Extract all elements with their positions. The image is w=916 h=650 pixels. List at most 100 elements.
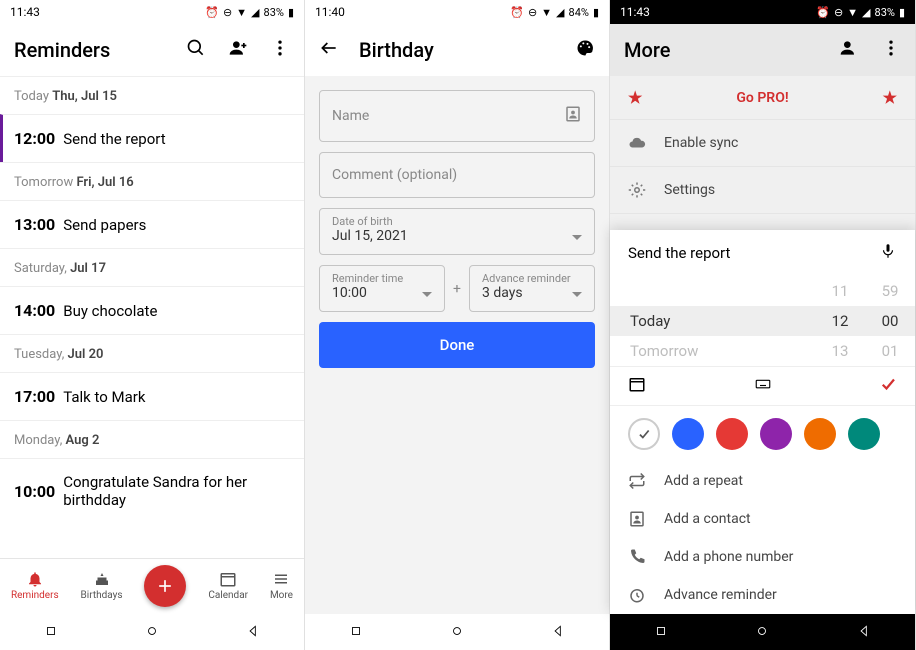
home-icon[interactable]	[755, 623, 769, 642]
reminder-text: Congratulate Sandra for her birthdday	[63, 473, 290, 509]
confirm-icon[interactable]	[879, 375, 897, 397]
cake-icon	[93, 570, 111, 588]
screen-more: 11:43 ⏰ ⊖ ▼ ◢ 83% ▮ More ★ Go PRO! ★ Ena…	[610, 0, 916, 650]
keyboard-icon[interactable]	[754, 375, 772, 397]
reminder-time: 10:00	[14, 482, 55, 501]
color-orange[interactable]	[804, 418, 836, 450]
reminder-time: 14:00	[14, 301, 55, 320]
back-icon[interactable]	[551, 623, 565, 642]
status-time: 11:43	[10, 5, 40, 19]
status-time: 11:40	[315, 5, 345, 19]
comment-field[interactable]: Comment (optional)	[319, 152, 595, 198]
status-icons: ⏰ ⊖ ▼ ◢ 84% ▮	[510, 6, 599, 19]
reminder-text: Send papers	[63, 216, 146, 234]
go-pro-row[interactable]: ★ Go PRO! ★	[610, 76, 915, 120]
recent-icon[interactable]	[654, 623, 668, 642]
topbar: Birthday	[305, 24, 609, 76]
reminder-row[interactable]: 13:00Send papers	[0, 200, 304, 248]
screen-birthday-form: 11:40 ⏰ ⊖ ▼ ◢ 84% ▮ Birthday Name Commen…	[305, 0, 610, 650]
done-button[interactable]: Done	[319, 322, 595, 368]
color-red[interactable]	[716, 418, 748, 450]
home-icon[interactable]	[145, 623, 159, 642]
reminder-list: Today Thu, Jul 1512:00Send the reportTom…	[0, 76, 304, 523]
alarm-icon: ⏰	[816, 6, 830, 19]
color-picker	[610, 406, 915, 462]
alarm-icon: ⏰	[510, 6, 524, 19]
recent-icon[interactable]	[349, 623, 363, 642]
overflow-icon[interactable]	[270, 38, 290, 62]
status-icons: ⏰ ⊖ ▼ ◢ 83% ▮	[816, 6, 905, 19]
nav-birthdays[interactable]: Birthdays	[81, 570, 123, 601]
add-person-icon[interactable]	[228, 38, 248, 62]
color-purple[interactable]	[760, 418, 792, 450]
reminder-text: Buy chocolate	[63, 302, 157, 320]
status-bar: 11:43 ⏰ ⊖ ▼ ◢ 83% ▮	[0, 0, 304, 24]
nav-reminders[interactable]: Reminders	[11, 570, 59, 601]
screen-reminders: 11:43 ⏰ ⊖ ▼ ◢ 83% ▮ Reminders Today Thu,…	[0, 0, 305, 650]
option-add-repeat[interactable]: Add a repeat	[610, 462, 915, 500]
status-bar: 11:40 ⏰ ⊖ ▼ ◢ 84% ▮	[305, 0, 609, 24]
back-icon[interactable]	[246, 623, 260, 642]
status-time: 11:43	[620, 5, 650, 19]
back-icon[interactable]	[857, 623, 871, 642]
dob-field[interactable]: Date of birth Jul 15, 2021	[319, 208, 595, 255]
section-header: Saturday, Jul 17	[0, 248, 304, 286]
sheet-toolbar	[610, 366, 915, 406]
option-add-contact[interactable]: Add a contact	[610, 500, 915, 538]
contacts-icon[interactable]	[564, 105, 582, 127]
row-settings[interactable]: Settings	[610, 167, 915, 214]
calendar-picker-icon[interactable]	[628, 375, 646, 397]
reminder-row[interactable]: 10:00 Congratulate Sandra for her birthdd…	[0, 458, 304, 523]
color-teal[interactable]	[848, 418, 880, 450]
bell-icon	[26, 570, 44, 588]
reminder-text: Send the report	[63, 130, 165, 148]
wifi-icon: ▼	[847, 6, 858, 19]
back-arrow-icon[interactable]	[319, 38, 339, 62]
advance-reminder-field[interactable]: Advance reminder 3 days	[469, 265, 595, 312]
palette-icon[interactable]	[575, 38, 595, 62]
nav-calendar[interactable]: Calendar	[208, 570, 248, 601]
reminder-row[interactable]: 17:00Talk to Mark	[0, 372, 304, 420]
wifi-icon: ▼	[236, 6, 247, 19]
system-nav	[610, 614, 915, 650]
datetime-picker[interactable]: 1159 Today1200 Tomorrow1301	[610, 276, 915, 366]
page-title: Reminders	[14, 38, 166, 62]
add-person-icon[interactable]	[839, 38, 859, 62]
section-header: Today Thu, Jul 15	[0, 76, 304, 114]
reminder-time: 12:00	[14, 129, 55, 148]
color-none[interactable]	[628, 418, 660, 450]
reminder-row[interactable]: 14:00 Buy chocolate	[0, 286, 304, 334]
name-field[interactable]: Name	[319, 90, 595, 142]
row-enable-sync[interactable]: Enable sync	[610, 120, 915, 167]
mic-icon[interactable]	[879, 242, 897, 264]
sheet-header: Send the report	[610, 230, 915, 276]
form-area: Name Comment (optional) Date of birth Ju…	[305, 76, 609, 614]
nav-more[interactable]: More	[270, 570, 293, 601]
color-blue[interactable]	[672, 418, 704, 450]
option-add-phone[interactable]: Add a phone number	[610, 538, 915, 576]
menu-icon	[272, 570, 290, 588]
recent-icon[interactable]	[44, 623, 58, 642]
signal-icon: ◢	[556, 6, 564, 19]
alarm-icon: ⏰	[205, 6, 219, 19]
signal-icon: ◢	[251, 6, 259, 19]
status-bar: 11:43 ⏰ ⊖ ▼ ◢ 83% ▮	[610, 0, 915, 24]
reminder-time-field[interactable]: Reminder time 10:00	[319, 265, 445, 312]
search-icon[interactable]	[186, 38, 206, 62]
battery-icon: ▮	[288, 6, 294, 19]
topbar: Reminders	[0, 24, 304, 76]
fab-add[interactable]	[144, 565, 186, 607]
cloud-icon	[628, 134, 646, 152]
status-icons: ⏰ ⊖ ▼ ◢ 83% ▮	[205, 6, 294, 19]
reminder-row[interactable]: 12:00 Send the report	[0, 114, 304, 162]
option-advance-reminder[interactable]: Advance reminder	[610, 576, 915, 614]
plus-separator: +	[445, 281, 469, 297]
plus-icon	[155, 576, 175, 596]
home-icon[interactable]	[450, 623, 464, 642]
topbar: More	[610, 24, 915, 76]
star-icon: ★	[628, 88, 642, 107]
overflow-icon[interactable]	[881, 38, 901, 62]
dnd-icon: ⊖	[223, 6, 232, 19]
reminder-title[interactable]: Send the report	[628, 244, 730, 262]
reminder-edit-sheet: Send the report 1159 Today1200 Tomorrow1…	[610, 230, 915, 614]
